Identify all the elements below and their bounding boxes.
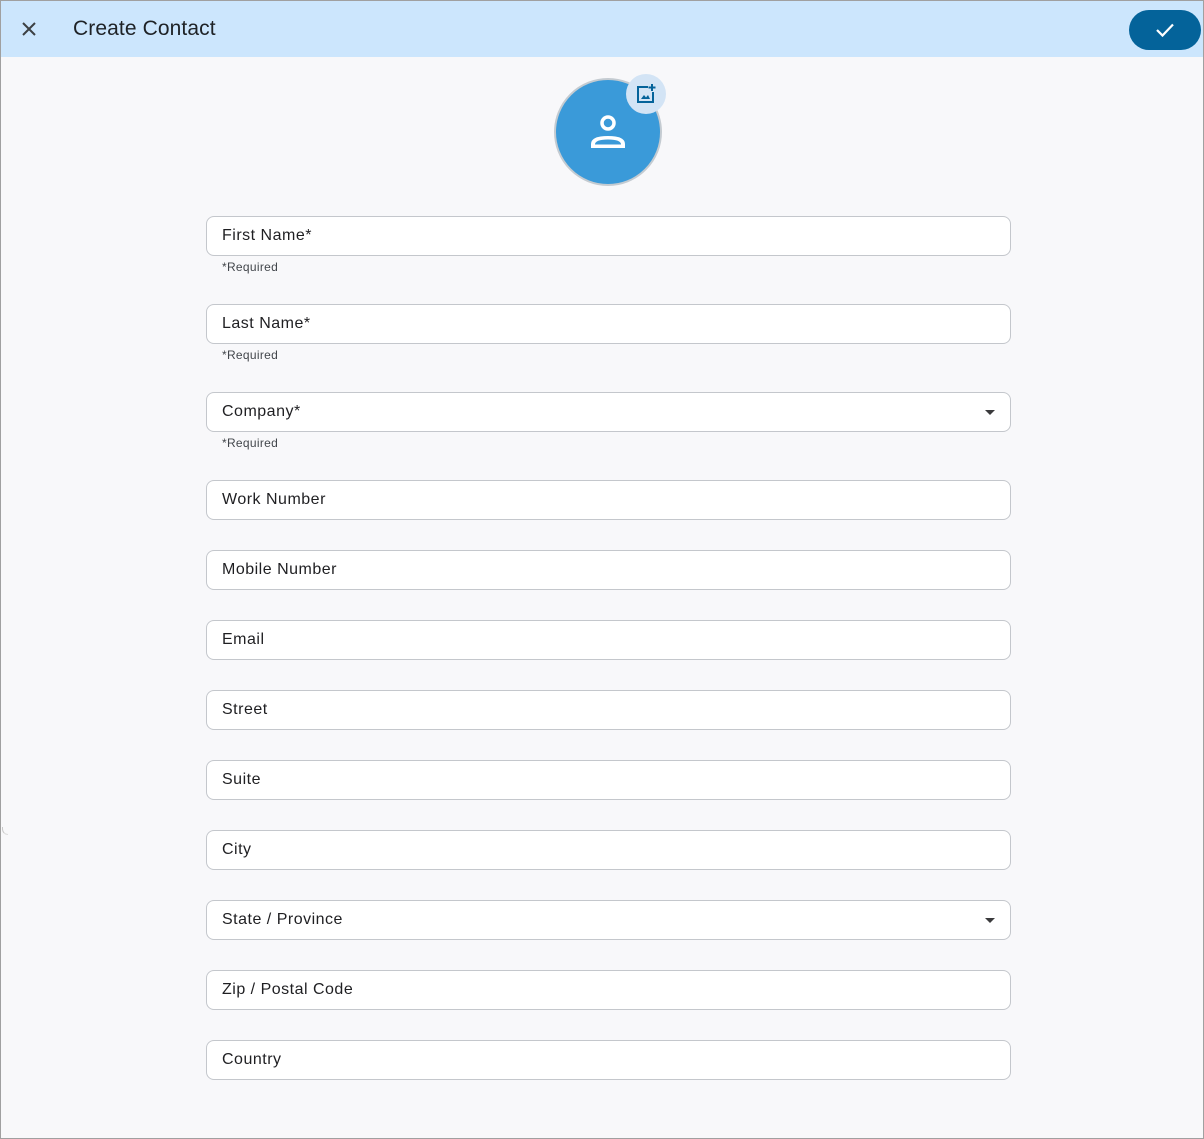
save-button[interactable] [1129, 10, 1201, 50]
resize-edge [2, 827, 8, 835]
mobile-number-label: Mobile Number [222, 561, 337, 578]
last-name-label: Last Name* [222, 315, 311, 332]
state-province-label: State / Province [222, 911, 343, 928]
country-field[interactable]: Country [206, 1040, 1011, 1080]
work-number-label: Work Number [222, 491, 326, 508]
first-name-label: First Name* [222, 227, 312, 244]
country-label: Country [222, 1051, 282, 1068]
suite-field[interactable]: Suite [206, 760, 1011, 800]
company-label: Company* [222, 403, 301, 420]
zip-postal-code-label: Zip / Postal Code [222, 981, 354, 998]
email-field[interactable]: Email [206, 620, 1011, 660]
last-name-field[interactable]: Last Name* [206, 304, 1011, 344]
mobile-number-field[interactable]: Mobile Number [206, 550, 1011, 590]
state-province-select[interactable]: State / Province [206, 900, 1011, 940]
dialog-header: Create Contact [1, 1, 1203, 57]
work-number-field[interactable]: Work Number [206, 480, 1011, 520]
street-field[interactable]: Street [206, 690, 1011, 730]
dropdown-arrow-icon[interactable] [985, 918, 995, 923]
email-label: Email [222, 631, 265, 648]
add-photo-icon [637, 84, 656, 103]
person-icon [591, 115, 625, 148]
company-select[interactable]: Company* [206, 392, 1011, 432]
close-icon [22, 22, 36, 36]
zip-postal-code-field[interactable]: Zip / Postal Code [206, 970, 1011, 1010]
street-label: Street [222, 701, 268, 718]
page-title: Create Contact [73, 17, 216, 40]
city-label: City [222, 841, 252, 858]
first-name-helper-text: *Required [222, 260, 279, 274]
dropdown-arrow-icon[interactable] [985, 410, 995, 415]
add-photo-button[interactable] [626, 74, 666, 114]
suite-label: Suite [222, 771, 261, 788]
check-icon [1156, 23, 1174, 38]
last-name-helper-text: *Required [222, 348, 279, 362]
avatar-container [554, 74, 666, 186]
city-field[interactable]: City [206, 830, 1011, 870]
company-helper-text: *Required [222, 436, 279, 450]
close-button[interactable] [15, 15, 43, 43]
first-name-field[interactable]: First Name* [206, 216, 1011, 256]
